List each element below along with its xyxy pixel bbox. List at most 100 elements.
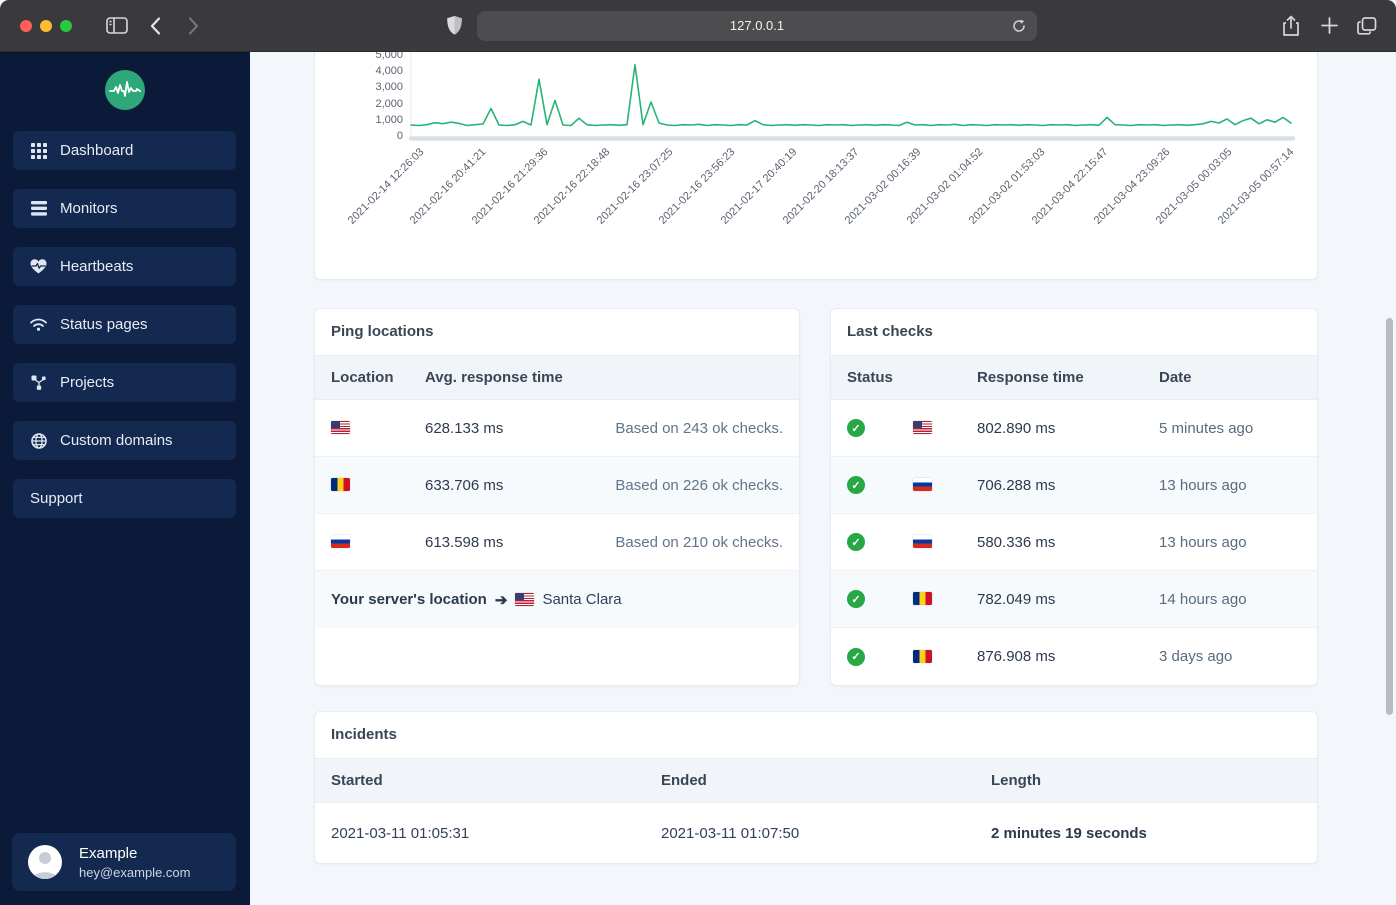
back-chevron-icon [150,16,160,35]
check-date: 14 hours ago [1159,590,1247,608]
minimize-window-button[interactable] [40,19,52,32]
grid-icon [30,142,47,159]
table-row: 633.706 ms Based on 226 ok checks. [315,457,799,514]
column-header-date: Date [1159,369,1192,386]
forward-chevron-icon [188,16,198,35]
card-title: Incidents [331,726,397,743]
forward-button[interactable] [178,11,208,41]
reload-button[interactable] [1007,14,1031,38]
checks-note: Based on 243 ok checks. [615,419,783,437]
scrollbar-thumb[interactable] [1386,318,1393,715]
column-header-ended: Ended [661,772,707,789]
window-controls [20,19,72,32]
person-icon [33,852,57,879]
globe-icon [30,432,47,449]
incident-started: 2021-03-11 01:05:31 [331,824,470,842]
column-header-status: Status [847,369,893,386]
column-header-response-time: Response time [977,369,1084,386]
response-time-value: 802.890 ms [977,419,1056,437]
table-row: 706.288 ms 13 hours ago [831,457,1317,514]
status-up-icon [847,647,865,666]
check-date: 13 hours ago [1159,476,1247,494]
sidebar-item-support[interactable]: Support [13,479,236,518]
ping-locations-card: Ping locations Location Avg. response ti… [314,308,800,686]
sidebar-toggle-button[interactable] [102,11,132,41]
check-date: 13 hours ago [1159,533,1247,551]
shield-icon [446,16,462,35]
table-row: 2021-03-11 01:05:31 2021-03-11 01:07:50 … [315,803,1317,863]
share-button[interactable] [1276,11,1306,41]
sidebar-nav: Dashboard Monitors Heartbeats Status pag… [0,131,250,518]
table-row: 613.598 ms Based on 210 ok checks. [315,514,799,571]
browser-chrome: 127.0.0.1 [0,0,1396,52]
share-icon [1283,15,1299,36]
plus-icon [1320,17,1338,34]
column-header-spacer [913,369,977,386]
sidebar-item-label: Support [30,490,83,507]
sidebar-item-label: Projects [60,374,115,391]
sidebar-item-status-pages[interactable]: Status pages [13,305,236,344]
us-flag-icon [331,421,350,435]
sidebar-item-dashboard[interactable]: Dashboard [13,131,236,170]
back-button[interactable] [140,11,170,41]
user-name: Example [79,844,138,862]
sidebar-item-projects[interactable]: Projects [13,363,236,402]
last-checks-card: Last checks Status Response time Date 80… [830,308,1318,686]
wifi-icon [30,318,47,331]
arrow-right-icon: ➔ [494,591,508,609]
check-date: 3 days ago [1159,648,1233,665]
monitors-icon [30,201,47,216]
reload-icon [1013,19,1025,32]
card-title: Ping locations [331,323,434,340]
address-bar[interactable]: 127.0.0.1 [477,10,1037,41]
url-text: 127.0.0.1 [729,18,785,33]
table-row: 876.908 ms 3 days ago [831,628,1317,685]
new-tab-button[interactable] [1314,11,1344,41]
us-flag-icon [515,593,535,606]
projects-icon [30,375,47,390]
us-flag-icon [913,421,932,435]
response-time-value: 580.336 ms [977,533,1056,551]
user-avatar [28,845,62,879]
sidebar-item-custom-domains[interactable]: Custom domains [13,421,236,460]
table-row: 802.890 ms 5 minutes ago [831,400,1317,457]
romania-flag-icon [913,592,932,606]
avg-response-value: 633.706 ms [425,476,504,494]
zoom-window-button[interactable] [60,19,72,32]
response-time-value: 782.049 ms [977,590,1056,608]
romania-flag-icon [331,478,350,492]
server-location-label: Your server's location [331,591,487,608]
russia-flag-icon [913,535,932,549]
tabs-overview-icon [1357,16,1377,35]
column-header-length: Length [991,772,1041,789]
privacy-report-button[interactable] [439,11,469,41]
check-date: 5 minutes ago [1159,419,1254,437]
table-row: 628.133 ms Based on 243 ok checks. [315,400,799,457]
sidebar-item-heartbeats[interactable]: Heartbeats [13,247,236,286]
last-checks-header: Status Response time Date [831,356,1317,400]
chart-plot [408,52,1296,141]
romania-flag-icon [913,649,932,663]
table-row: 782.049 ms 14 hours ago [831,571,1317,628]
user-menu[interactable]: Example hey@example.com [12,833,236,891]
tab-overview-button[interactable] [1352,11,1382,41]
column-header-avg-response: Avg. response time [425,369,563,386]
sidebar-item-monitors[interactable]: Monitors [13,189,236,228]
column-header-location: Location [331,369,394,386]
avg-response-value: 628.133 ms [425,419,504,437]
status-up-icon [847,476,865,495]
heartbeat-icon [30,259,47,274]
avg-response-value: 613.598 ms [425,533,504,551]
response-time-chart-card: 0 1,000 2,000 3,000 4,000 5,000 2021-02-14 12:… [314,52,1318,280]
sidebar: Dashboard Monitors Heartbeats Status pag… [0,52,250,905]
sidebar-item-label: Status pages [60,316,148,333]
card-title: Last checks [847,323,933,340]
sidebar-item-label: Dashboard [60,142,134,159]
russia-flag-icon [913,478,932,492]
checks-note: Based on 226 ok checks. [615,476,783,494]
response-time-chart: 0 1,000 2,000 3,000 4,000 5,000 2021-02-14 12:… [315,52,1317,279]
incident-length: 2 minutes 19 seconds [991,824,1147,842]
checks-note: Based on 210 ok checks. [615,533,783,551]
main-content: 0 1,000 2,000 3,000 4,000 5,000 2021-02-14 12:… [250,52,1396,905]
close-window-button[interactable] [20,19,32,32]
